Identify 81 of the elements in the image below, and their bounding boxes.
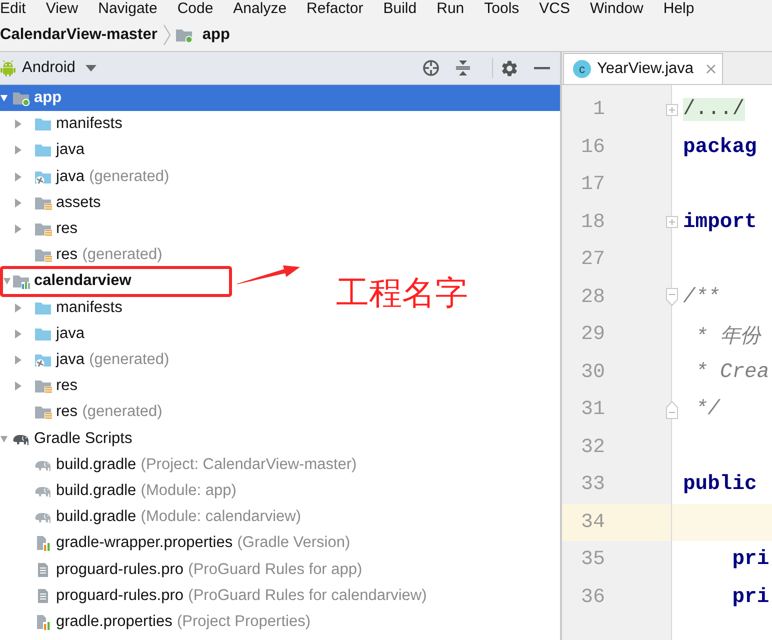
fold-minus-icon[interactable] [663, 400, 681, 420]
folder-icon [34, 300, 52, 316]
triangle-right-icon[interactable] [13, 328, 23, 339]
editor-tab[interactable]: c YearView.java [563, 53, 723, 84]
code-text: pri [732, 548, 770, 572]
triangle-right-icon[interactable] [13, 355, 23, 365]
line-number: 34 [580, 510, 605, 534]
breadcrumb-item[interactable]: app [175, 26, 230, 44]
code-text: pri [732, 586, 770, 609]
menu-item[interactable]: Run [436, 0, 464, 18]
caret-icon [85, 64, 98, 72]
resource-folder-icon [34, 378, 52, 394]
tree-item[interactable]: app [0, 85, 560, 112]
code-text: * 年份 [695, 324, 760, 349]
resource-folder-icon [34, 404, 52, 420]
line-number: 33 [580, 473, 605, 496]
line-number: 1 [592, 98, 605, 122]
tree-item[interactable]: calendarview [0, 266, 232, 297]
folder-icon [34, 326, 52, 342]
menu-item[interactable]: VCS [539, 0, 570, 18]
menu-item[interactable]: Refactor [306, 0, 364, 18]
chevron-icon [163, 24, 172, 46]
line-number: 35 [580, 548, 605, 572]
resource-folder-icon [34, 221, 52, 238]
library-folder-icon [12, 273, 30, 290]
settings-icon[interactable] [500, 58, 519, 78]
line-number: 16 [580, 136, 605, 159]
triangle-down-icon[interactable] [0, 434, 8, 444]
properties-file-icon [34, 535, 52, 552]
line-number: 31 [580, 398, 605, 422]
triangle-right-icon[interactable] [13, 119, 23, 130]
properties-file-icon [34, 614, 52, 630]
close-icon[interactable] [706, 64, 716, 74]
triangle-right-icon[interactable] [13, 224, 23, 234]
triangle-down-icon[interactable] [0, 93, 8, 104]
menu-item[interactable]: Edit [0, 0, 26, 18]
line-number: 30 [580, 360, 605, 384]
code-text: */ [695, 398, 720, 422]
class-icon: c [573, 60, 591, 78]
line-number: 36 [580, 586, 605, 609]
code-text: /** [683, 286, 720, 309]
menu-item[interactable]: Tools [484, 0, 520, 18]
code-text: packag [683, 136, 757, 159]
triangle-down-icon[interactable] [3, 276, 11, 286]
menu-item[interactable]: Window [590, 0, 644, 18]
menu-item[interactable]: View [46, 0, 78, 18]
code-text: public [683, 473, 757, 496]
generated-folder-icon [34, 168, 52, 185]
line-number: 29 [580, 323, 605, 346]
menu-item[interactable]: Navigate [98, 0, 158, 18]
view-selector[interactable]: Android [0, 54, 102, 82]
triangle-right-icon[interactable] [13, 381, 23, 392]
menu-item[interactable]: Build [383, 0, 417, 18]
menu-item[interactable]: Analyze [233, 0, 287, 18]
line-number: 18 [580, 210, 605, 234]
annotation-label: 工程名字 [336, 274, 468, 312]
line-number: 32 [580, 436, 605, 459]
menu-item[interactable]: Help [663, 0, 694, 18]
breadcrumb-item[interactable]: CalendarView-master [0, 26, 158, 44]
line-number: 28 [580, 286, 605, 309]
code-text: import [683, 210, 757, 234]
menu-item[interactable]: Code [177, 0, 214, 18]
module-folder-icon [12, 90, 30, 106]
target-icon[interactable] [422, 59, 440, 77]
triangle-right-icon[interactable] [13, 172, 23, 182]
folder-icon [34, 142, 52, 158]
code-text: * Crea [695, 360, 770, 384]
code-text: /.../ [683, 98, 745, 122]
collapse-all-icon[interactable] [454, 59, 472, 77]
resource-folder-icon [34, 247, 52, 264]
triangle-right-icon[interactable] [13, 198, 23, 208]
line-number: 27 [580, 248, 605, 272]
resource-folder-icon [34, 194, 52, 211]
fold-minus-icon[interactable] [663, 287, 681, 308]
triangle-right-icon[interactable] [13, 145, 23, 156]
android-icon [0, 59, 16, 77]
line-number: 17 [580, 173, 605, 196]
folder-icon [34, 116, 52, 132]
module-folder-icon [175, 26, 194, 42]
triangle-right-icon[interactable] [13, 302, 23, 313]
generated-folder-icon [34, 352, 52, 368]
